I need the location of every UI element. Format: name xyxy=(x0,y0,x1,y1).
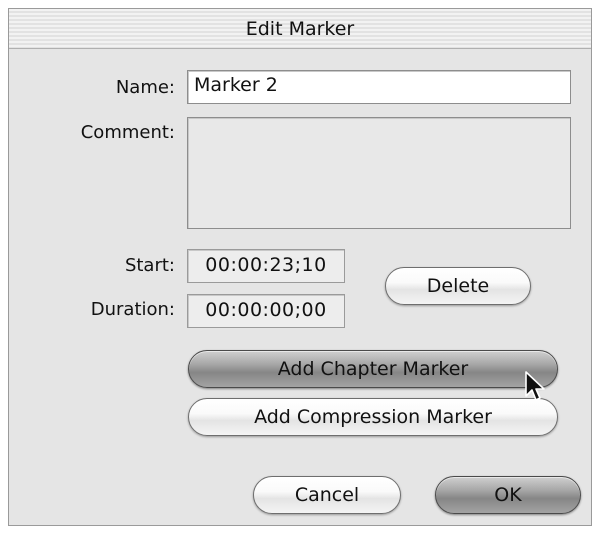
comment-label: Comment: xyxy=(80,122,175,143)
ok-button[interactable]: OK xyxy=(435,476,581,514)
edit-marker-dialog: Edit Marker Name: Marker 2 Comment: Star… xyxy=(8,8,592,526)
comment-field[interactable] xyxy=(187,117,571,229)
delete-button-label: Delete xyxy=(426,275,490,297)
name-label: Name: xyxy=(115,77,175,98)
cancel-button[interactable]: Cancel xyxy=(253,476,401,514)
title-bar[interactable]: Edit Marker xyxy=(9,9,591,49)
add-chapter-marker-label: Add Chapter Marker xyxy=(277,358,469,380)
add-chapter-marker-button[interactable]: Add Chapter Marker xyxy=(188,350,558,388)
add-compression-marker-button[interactable]: Add Compression Marker xyxy=(188,398,558,436)
ok-button-label: OK xyxy=(494,484,522,506)
add-compression-marker-label: Add Compression Marker xyxy=(254,406,492,428)
duration-timecode: 00:00:00;00 xyxy=(187,294,345,328)
start-timecode: 00:00:23;10 xyxy=(187,249,345,283)
cancel-button-label: Cancel xyxy=(294,484,360,506)
arrow-pointer-icon xyxy=(525,371,545,401)
delete-button[interactable]: Delete xyxy=(385,267,531,305)
duration-label: Duration: xyxy=(90,299,175,320)
start-label: Start: xyxy=(124,255,175,276)
name-field[interactable]: Marker 2 xyxy=(187,70,571,104)
dialog-title: Edit Marker xyxy=(245,18,355,40)
